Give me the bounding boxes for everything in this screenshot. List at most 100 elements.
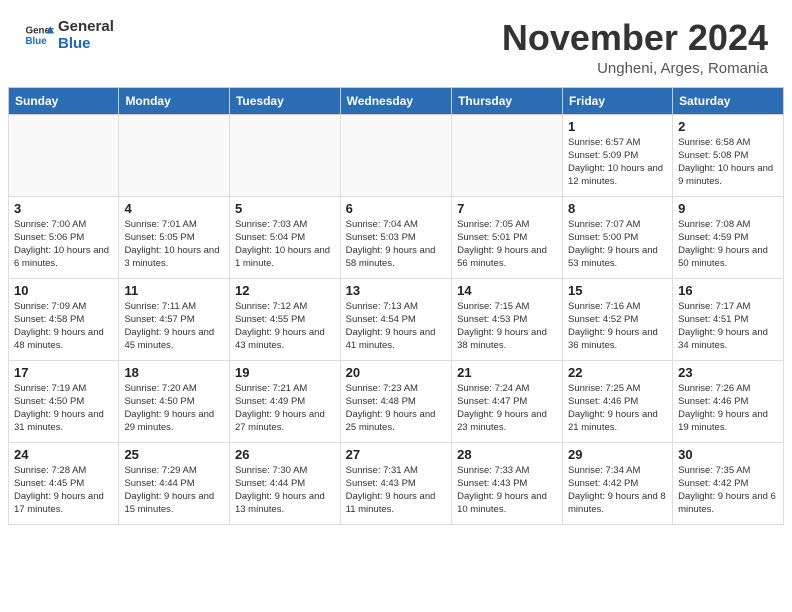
calendar-cell: 10 Sunrise: 7:09 AM Sunset: 4:58 PM Dayli… <box>9 278 119 360</box>
col-tuesday: Tuesday <box>229 87 340 114</box>
day-number: 10 <box>14 283 113 298</box>
calendar-cell: 16Sunrise: 7:17 AM Sunset: 4:51 PM Dayli… <box>673 278 784 360</box>
day-number: 3 <box>14 201 113 216</box>
page-header: General Blue General Blue November 2024 … <box>0 0 792 87</box>
calendar-cell: 30Sunrise: 7:35 AM Sunset: 4:42 PM Dayli… <box>673 442 784 524</box>
day-info: Sunrise: 7:15 AM Sunset: 4:53 PM Dayligh… <box>457 300 557 353</box>
day-number: 13 <box>346 283 446 298</box>
day-info: Sunrise: 6:57 AM Sunset: 5:09 PM Dayligh… <box>568 136 667 189</box>
day-number: 24 <box>14 447 113 462</box>
calendar-cell: 24Sunrise: 7:28 AM Sunset: 4:45 PM Dayli… <box>9 442 119 524</box>
calendar-table: Sunday Monday Tuesday Wednesday Thursday… <box>8 87 784 525</box>
calendar-cell: 14 Sunrise: 7:15 AM Sunset: 4:53 PM Dayli… <box>452 278 563 360</box>
day-number: 7 <box>457 201 557 216</box>
day-info: Sunrise: 7:09 AM Sunset: 4:58 PM Dayligh… <box>14 300 113 353</box>
calendar-cell: 26 Sunrise: 7:30 AM Sunset: 4:44 PM Dayli… <box>229 442 340 524</box>
logo-general-text: General <box>58 18 114 35</box>
week-row-1: 1Sunrise: 6:57 AM Sunset: 5:09 PM Daylig… <box>9 114 784 196</box>
svg-text:Blue: Blue <box>26 36 48 47</box>
day-info: Sunrise: 7:31 AM Sunset: 4:43 PM Dayligh… <box>346 464 446 517</box>
day-number: 2 <box>678 119 778 134</box>
logo-blue-text: Blue <box>58 35 114 52</box>
week-row-4: 17Sunrise: 7:19 AM Sunset: 4:50 PM Dayli… <box>9 360 784 442</box>
day-info: Sunrise: 7:21 AM Sunset: 4:49 PM Dayligh… <box>235 382 335 435</box>
day-info: Sunrise: 7:01 AM Sunset: 5:05 PM Dayligh… <box>124 218 224 271</box>
day-info: Sunrise: 7:35 AM Sunset: 4:42 PM Dayligh… <box>678 464 778 517</box>
day-number: 27 <box>346 447 446 462</box>
calendar-cell: 21 Sunrise: 7:24 AM Sunset: 4:47 PM Dayli… <box>452 360 563 442</box>
week-row-5: 24Sunrise: 7:28 AM Sunset: 4:45 PM Dayli… <box>9 442 784 524</box>
col-saturday: Saturday <box>673 87 784 114</box>
day-info: Sunrise: 7:12 AM Sunset: 4:55 PM Dayligh… <box>235 300 335 353</box>
logo-icon: General Blue <box>24 20 54 50</box>
week-row-3: 10 Sunrise: 7:09 AM Sunset: 4:58 PM Dayli… <box>9 278 784 360</box>
calendar-wrapper: Sunday Monday Tuesday Wednesday Thursday… <box>0 87 792 533</box>
calendar-cell: 5Sunrise: 7:03 AM Sunset: 5:04 PM Daylig… <box>229 196 340 278</box>
calendar-cell: 19 Sunrise: 7:21 AM Sunset: 4:49 PM Dayli… <box>229 360 340 442</box>
calendar-cell: 20Sunrise: 7:23 AM Sunset: 4:48 PM Dayli… <box>340 360 451 442</box>
calendar-cell: 27 Sunrise: 7:31 AM Sunset: 4:43 PM Dayli… <box>340 442 451 524</box>
calendar-cell: 9 Sunrise: 7:08 AM Sunset: 4:59 PM Daylig… <box>673 196 784 278</box>
calendar-cell: 6Sunrise: 7:04 AM Sunset: 5:03 PM Daylig… <box>340 196 451 278</box>
day-info: Sunrise: 7:05 AM Sunset: 5:01 PM Dayligh… <box>457 218 557 271</box>
day-number: 28 <box>457 447 557 462</box>
day-info: Sunrise: 7:20 AM Sunset: 4:50 PM Dayligh… <box>124 382 224 435</box>
day-number: 19 <box>235 365 335 380</box>
calendar-cell: 2 Sunrise: 6:58 AM Sunset: 5:08 PM Daylig… <box>673 114 784 196</box>
calendar-cell <box>9 114 119 196</box>
day-info: Sunrise: 7:26 AM Sunset: 4:46 PM Dayligh… <box>678 382 778 435</box>
day-info: Sunrise: 7:23 AM Sunset: 4:48 PM Dayligh… <box>346 382 446 435</box>
day-info: Sunrise: 7:16 AM Sunset: 4:52 PM Dayligh… <box>568 300 667 353</box>
day-number: 4 <box>124 201 224 216</box>
day-number: 18 <box>124 365 224 380</box>
day-number: 25 <box>124 447 224 462</box>
day-number: 26 <box>235 447 335 462</box>
col-wednesday: Wednesday <box>340 87 451 114</box>
calendar-cell: 28 Sunrise: 7:33 AM Sunset: 4:43 PM Dayli… <box>452 442 563 524</box>
col-sunday: Sunday <box>9 87 119 114</box>
day-info: Sunrise: 7:33 AM Sunset: 4:43 PM Dayligh… <box>457 464 557 517</box>
calendar-cell: 25 Sunrise: 7:29 AM Sunset: 4:44 PM Dayli… <box>119 442 230 524</box>
day-number: 11 <box>124 283 224 298</box>
day-number: 15 <box>568 283 667 298</box>
col-monday: Monday <box>119 87 230 114</box>
calendar-cell <box>340 114 451 196</box>
day-info: Sunrise: 7:00 AM Sunset: 5:06 PM Dayligh… <box>14 218 113 271</box>
col-thursday: Thursday <box>452 87 563 114</box>
day-info: Sunrise: 7:13 AM Sunset: 4:54 PM Dayligh… <box>346 300 446 353</box>
calendar-cell: 7 Sunrise: 7:05 AM Sunset: 5:01 PM Daylig… <box>452 196 563 278</box>
day-info: Sunrise: 7:24 AM Sunset: 4:47 PM Dayligh… <box>457 382 557 435</box>
calendar-cell: 8 Sunrise: 7:07 AM Sunset: 5:00 PM Daylig… <box>563 196 673 278</box>
day-number: 16 <box>678 283 778 298</box>
day-number: 8 <box>568 201 667 216</box>
calendar-cell: 3 Sunrise: 7:00 AM Sunset: 5:06 PM Daylig… <box>9 196 119 278</box>
day-info: Sunrise: 7:08 AM Sunset: 4:59 PM Dayligh… <box>678 218 778 271</box>
calendar-cell: 4 Sunrise: 7:01 AM Sunset: 5:05 PM Daylig… <box>119 196 230 278</box>
day-number: 5 <box>235 201 335 216</box>
logo: General Blue General Blue <box>24 18 114 52</box>
calendar-cell: 12Sunrise: 7:12 AM Sunset: 4:55 PM Dayli… <box>229 278 340 360</box>
col-friday: Friday <box>563 87 673 114</box>
day-info: Sunrise: 7:30 AM Sunset: 4:44 PM Dayligh… <box>235 464 335 517</box>
day-info: Sunrise: 7:25 AM Sunset: 4:46 PM Dayligh… <box>568 382 667 435</box>
calendar-cell <box>452 114 563 196</box>
location-subtitle: Ungheni, Arges, Romania <box>502 60 768 77</box>
day-number: 9 <box>678 201 778 216</box>
calendar-cell: 17Sunrise: 7:19 AM Sunset: 4:50 PM Dayli… <box>9 360 119 442</box>
day-number: 6 <box>346 201 446 216</box>
month-title: November 2024 <box>502 18 768 58</box>
day-info: Sunrise: 7:07 AM Sunset: 5:00 PM Dayligh… <box>568 218 667 271</box>
day-info: Sunrise: 7:34 AM Sunset: 4:42 PM Dayligh… <box>568 464 667 517</box>
calendar-cell: 11Sunrise: 7:11 AM Sunset: 4:57 PM Dayli… <box>119 278 230 360</box>
calendar-cell: 22Sunrise: 7:25 AM Sunset: 4:46 PM Dayli… <box>563 360 673 442</box>
day-number: 21 <box>457 365 557 380</box>
calendar-cell: 23 Sunrise: 7:26 AM Sunset: 4:46 PM Dayli… <box>673 360 784 442</box>
day-number: 23 <box>678 365 778 380</box>
calendar-cell: 15 Sunrise: 7:16 AM Sunset: 4:52 PM Dayli… <box>563 278 673 360</box>
calendar-header-row: Sunday Monday Tuesday Wednesday Thursday… <box>9 87 784 114</box>
calendar-cell: 18 Sunrise: 7:20 AM Sunset: 4:50 PM Dayli… <box>119 360 230 442</box>
day-info: Sunrise: 6:58 AM Sunset: 5:08 PM Dayligh… <box>678 136 778 189</box>
day-info: Sunrise: 7:29 AM Sunset: 4:44 PM Dayligh… <box>124 464 224 517</box>
day-number: 17 <box>14 365 113 380</box>
day-number: 14 <box>457 283 557 298</box>
